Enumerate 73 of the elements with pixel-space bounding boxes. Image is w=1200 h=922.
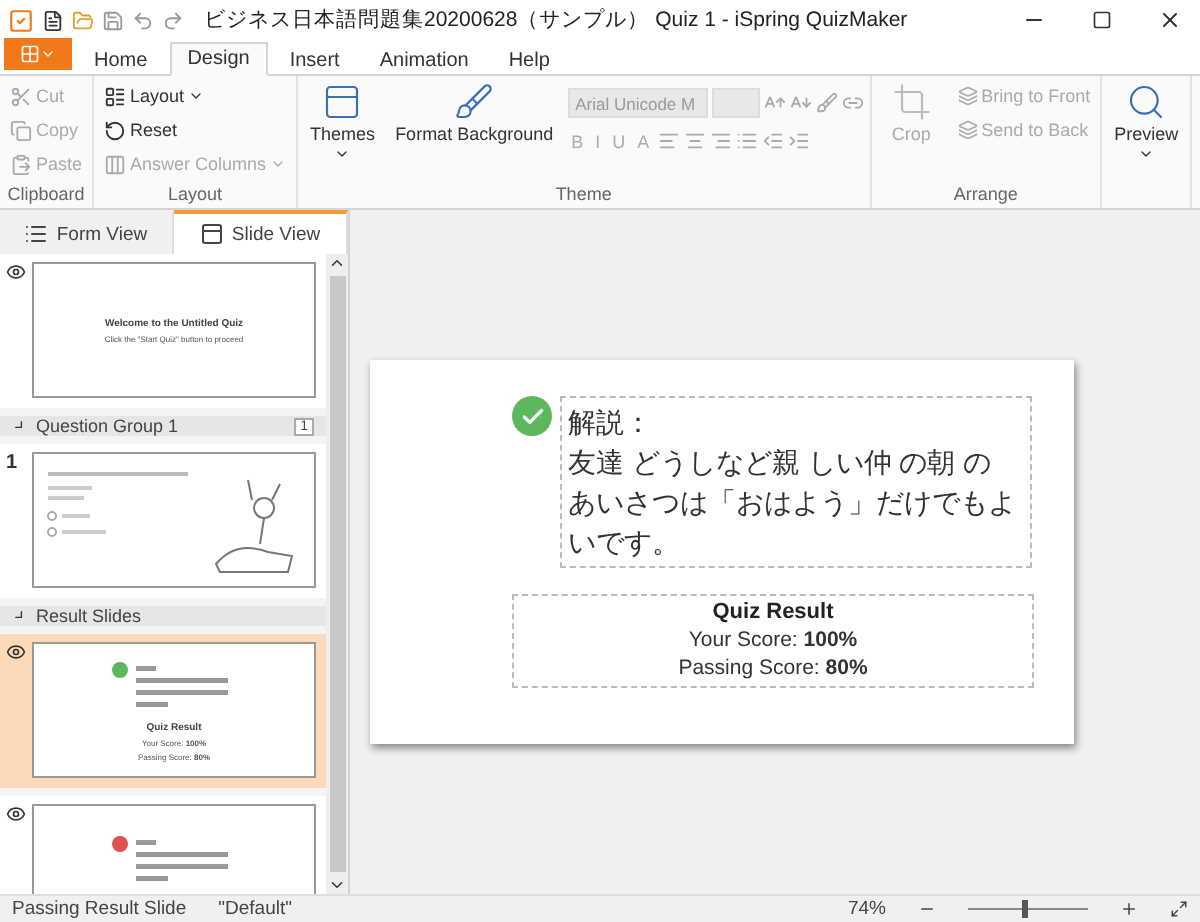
caret-icon <box>40 46 56 62</box>
explanation-text: いです。 <box>568 524 680 562</box>
theme-icon <box>322 82 363 122</box>
caret-icon <box>270 156 287 172</box>
group-label: Layout <box>166 184 225 208</box>
undo-icon[interactable] <box>132 9 154 31</box>
zoom-in-icon[interactable] <box>1120 900 1138 918</box>
search-icon <box>1126 82 1167 122</box>
slide-icon <box>199 222 224 246</box>
caret-icon <box>188 88 205 104</box>
zoom-thumb[interactable] <box>1022 900 1028 918</box>
slide-item[interactable]: 1 <box>0 444 326 598</box>
outdent-icon[interactable] <box>761 130 784 152</box>
close-icon <box>1158 8 1182 32</box>
eye-icon[interactable] <box>6 642 26 662</box>
eye-icon[interactable] <box>6 262 26 282</box>
ribbon-tab[interactable]: Home <box>76 42 166 76</box>
ribbon-tab[interactable]: Animation <box>361 42 487 76</box>
fit-icon[interactable] <box>1170 900 1188 918</box>
font-size-field[interactable] <box>711 88 760 118</box>
folder-icon[interactable] <box>72 9 94 31</box>
ribbon-tab[interactable]: Insert <box>271 42 358 76</box>
window-title: ビジネス日本語問題集20200628（サンプル） Quiz 1 - iSpring QuizMaker <box>204 6 910 34</box>
brush-icon <box>454 82 495 122</box>
columns-icon <box>104 153 127 175</box>
clipboard-icon <box>10 153 32 175</box>
crop-icon <box>891 82 932 122</box>
maximize-icon <box>1092 10 1112 30</box>
indent-icon[interactable] <box>787 130 810 152</box>
group-label: Clipboard <box>6 184 87 208</box>
eye-icon[interactable] <box>6 804 26 824</box>
layers-icon <box>957 86 978 106</box>
ribbon-tab[interactable]: Help <box>490 42 568 76</box>
align-left-icon[interactable] <box>657 130 680 152</box>
ribbon-button[interactable]: Layout <box>100 80 291 112</box>
layers-icon <box>957 120 978 140</box>
explanation-text: 友達 どうしなど親 しい仲 の朝 の <box>568 444 992 482</box>
slide-name: Passing Result Slide <box>12 898 187 920</box>
group-label: Theme <box>553 184 614 208</box>
scroll-down-icon[interactable] <box>328 876 346 894</box>
score-text: Your Score: 100% <box>688 628 858 652</box>
scrollbar-thumb[interactable] <box>329 276 345 872</box>
ribbon-button[interactable]: Preview <box>1108 80 1185 184</box>
score-text: Passing Score: 80% <box>678 656 868 680</box>
ribbon-button[interactable]: Reset <box>100 114 291 146</box>
result-title: Quiz Result <box>712 600 834 624</box>
view-tab[interactable]: Slide View <box>174 210 348 254</box>
explanation-text: あいさつは「おはよう」だけでもよ <box>568 484 1016 522</box>
brush-icon[interactable] <box>815 92 838 114</box>
ribbon-tab[interactable]: Design <box>169 42 268 76</box>
copy-icon <box>10 119 32 141</box>
link-icon[interactable] <box>841 92 864 114</box>
group-label: Arrange <box>951 184 1020 208</box>
zoom-percent: 74% <box>847 898 886 920</box>
redo-icon[interactable] <box>162 9 184 31</box>
ribbon-button[interactable]: Themes <box>304 80 382 184</box>
save-icon[interactable] <box>102 9 124 31</box>
slide-number: 1 <box>6 452 20 478</box>
scissors-icon <box>10 85 32 107</box>
grow-font-icon[interactable] <box>763 92 786 114</box>
explanation-text: 解説： <box>568 404 652 442</box>
align-right-icon[interactable] <box>709 130 732 152</box>
new-file-icon[interactable] <box>42 9 64 31</box>
group-header[interactable]: Result Slides <box>0 606 326 626</box>
grid-icon <box>20 44 40 64</box>
shrink-font-icon[interactable] <box>789 92 812 114</box>
ribbon-button[interactable]: Format Background <box>389 80 560 184</box>
theme-name: "Default" <box>218 898 292 920</box>
layout-icon <box>104 85 127 107</box>
app-logo-icon <box>8 7 34 33</box>
align-center-icon[interactable] <box>683 130 706 152</box>
reset-icon <box>104 119 127 141</box>
scroll-up-icon[interactable] <box>328 254 346 272</box>
